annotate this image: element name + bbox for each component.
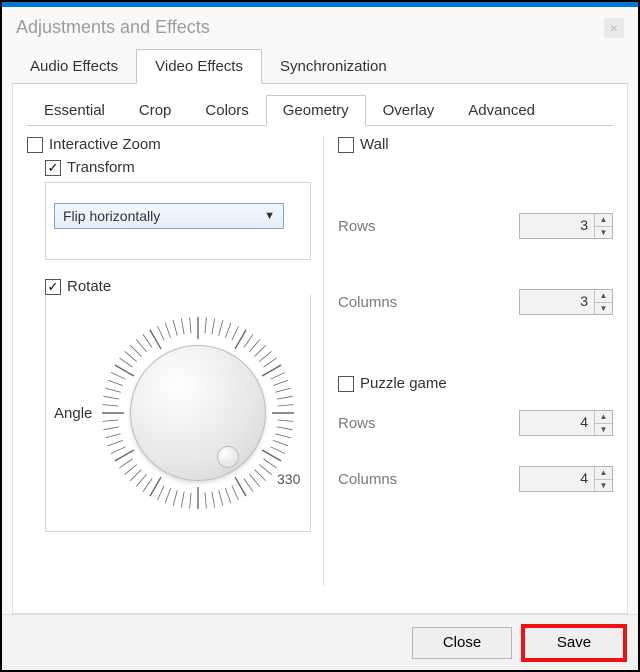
stepper-up-icon[interactable]: ▲	[594, 411, 612, 424]
tab-colors[interactable]: Colors	[188, 95, 265, 125]
puzzle-label: Puzzle game	[360, 375, 447, 392]
puzzle-rows-value: 4	[520, 411, 594, 435]
puzzle-rows-label: Rows	[338, 415, 376, 432]
geometry-panel: Interactive Zoom Transform Flip horizont…	[27, 126, 613, 586]
wall-rows-value: 3	[520, 214, 594, 238]
checkbox-icon	[27, 137, 43, 153]
puzzle-cols-spinner[interactable]: 4 ▲▼	[519, 466, 613, 492]
geometry-left-column: Interactive Zoom Transform Flip horizont…	[27, 136, 323, 586]
dialog-footer: Close Save	[2, 614, 638, 670]
stepper-down-icon[interactable]: ▼	[594, 227, 612, 239]
tab-synchronization[interactable]: Synchronization	[262, 50, 405, 83]
interactive-zoom-checkbox[interactable]: Interactive Zoom	[27, 136, 311, 153]
window-close-icon[interactable]: ×	[604, 18, 624, 38]
transform-label: Transform	[67, 159, 135, 176]
stepper-up-icon[interactable]: ▲	[594, 290, 612, 303]
wall-cols-value: 3	[520, 290, 594, 314]
rotate-label: Rotate	[67, 278, 111, 295]
dial-end-value: 330	[277, 471, 300, 487]
tab-audio-effects[interactable]: Audio Effects	[12, 50, 136, 83]
tab-advanced[interactable]: Advanced	[451, 95, 552, 125]
wall-rows-label: Rows	[338, 218, 376, 235]
transform-selected: Flip horizontally	[63, 208, 160, 224]
save-button[interactable]: Save	[524, 627, 624, 659]
stepper-up-icon[interactable]: ▲	[594, 214, 612, 227]
checkbox-icon	[45, 160, 61, 176]
geometry-right-column: Wall Rows 3 ▲▼ Columns 3 ▲▼	[323, 136, 613, 586]
rotate-knob[interactable]	[130, 345, 266, 481]
wall-rows-spinner[interactable]: 3 ▲▼	[519, 213, 613, 239]
rotate-checkbox[interactable]: Rotate	[45, 278, 311, 295]
tab-video-effects[interactable]: Video Effects	[136, 49, 262, 84]
angle-label: Angle	[54, 405, 92, 422]
close-button[interactable]: Close	[412, 627, 512, 659]
stepper-up-icon[interactable]: ▲	[594, 467, 612, 480]
rotate-dial[interactable]: 330	[98, 313, 298, 513]
tab-geometry[interactable]: Geometry	[266, 95, 366, 126]
rotate-marker-icon	[217, 446, 239, 468]
checkbox-icon	[338, 137, 354, 153]
stepper-down-icon[interactable]: ▼	[594, 424, 612, 436]
tab-crop[interactable]: Crop	[122, 95, 189, 125]
sub-tabs: Essential Crop Colors Geometry Overlay A…	[27, 94, 613, 126]
video-effects-panel: Essential Crop Colors Geometry Overlay A…	[12, 84, 628, 614]
transform-checkbox[interactable]: Transform	[45, 159, 311, 176]
adjustments-effects-window: Adjustments and Effects × Audio Effects …	[0, 0, 640, 672]
main-tabs: Audio Effects Video Effects Synchronizat…	[12, 48, 628, 84]
stepper-down-icon[interactable]: ▼	[594, 303, 612, 315]
tab-overlay[interactable]: Overlay	[366, 95, 452, 125]
wall-checkbox[interactable]: Wall	[338, 136, 613, 153]
window-title: Adjustments and Effects	[16, 17, 210, 38]
checkbox-icon	[338, 376, 354, 392]
rotate-group: Angle 330	[45, 295, 311, 532]
puzzle-cols-label: Columns	[338, 471, 397, 488]
chevron-down-icon: ▼	[264, 210, 275, 222]
titlebar: Adjustments and Effects ×	[2, 2, 638, 44]
puzzle-rows-spinner[interactable]: 4 ▲▼	[519, 410, 613, 436]
wall-cols-spinner[interactable]: 3 ▲▼	[519, 289, 613, 315]
interactive-zoom-label: Interactive Zoom	[49, 136, 161, 153]
checkbox-icon	[45, 279, 61, 295]
transform-group: Flip horizontally ▼	[45, 182, 311, 260]
tab-essential[interactable]: Essential	[27, 95, 122, 125]
wall-label: Wall	[360, 136, 389, 153]
transform-dropdown[interactable]: Flip horizontally ▼	[54, 203, 284, 229]
puzzle-cols-value: 4	[520, 467, 594, 491]
stepper-down-icon[interactable]: ▼	[594, 480, 612, 492]
wall-cols-label: Columns	[338, 294, 397, 311]
puzzle-checkbox[interactable]: Puzzle game	[338, 375, 613, 392]
